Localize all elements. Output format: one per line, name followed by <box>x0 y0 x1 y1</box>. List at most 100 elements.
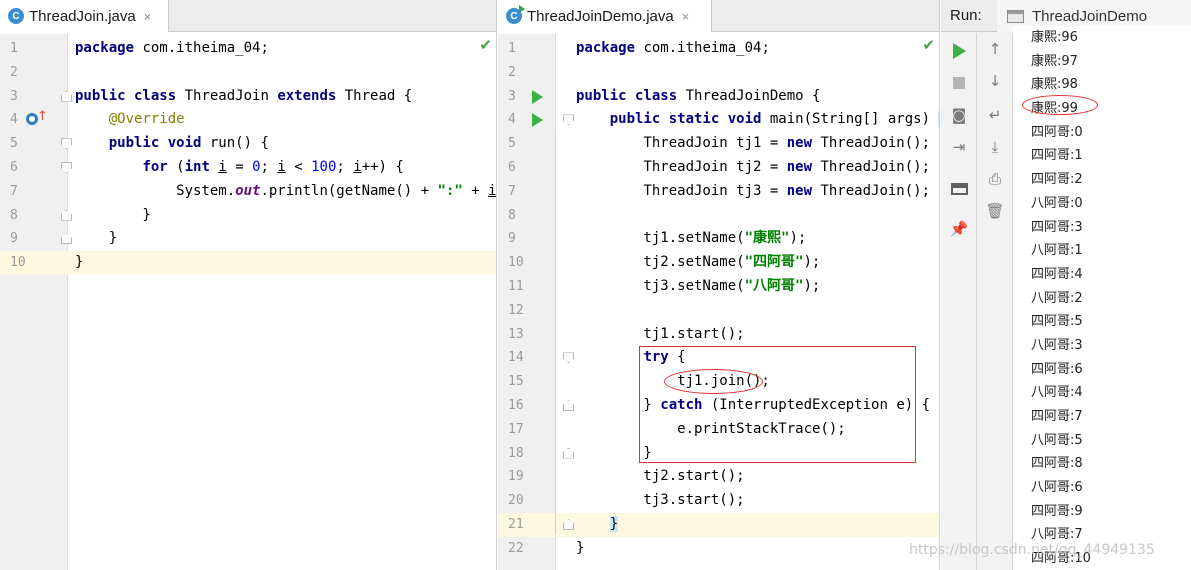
line-number: 13 <box>508 326 524 342</box>
code-line[interactable]: 4 public static void main(String[] args)… <box>498 108 939 132</box>
line-number: 1 <box>10 41 18 56</box>
camera-icon[interactable]: ◙ <box>949 105 969 125</box>
run-tool-window[interactable]: Run: ThreadJoinDemo ◙ ⇥ 📌 ↑ ↓ ↵ ⤓ ⎙ 🗑 康熙… <box>941 0 1191 570</box>
code-line[interactable]: 12 <box>498 299 939 323</box>
console-line: 康熙:97 <box>1031 53 1078 69</box>
console-line: 四阿哥:7 <box>1031 409 1083 424</box>
code-line[interactable]: 10} <box>0 251 496 275</box>
line-number: 18 <box>508 445 524 461</box>
code-text: public class ThreadJoin extends Thread { <box>75 87 413 104</box>
editor-tabbar: C ThreadJoin.java × <box>0 0 496 32</box>
code-line[interactable]: 21 } <box>498 512 939 537</box>
code-area[interactable]: 1 package com.itheima_04; 2 3 public class T… <box>498 37 939 561</box>
fold-toggle-icon[interactable] <box>61 90 72 102</box>
restore-layout-icon[interactable]: ⇥ <box>949 137 969 157</box>
watermark: https://blog.csdn.net/qq_44949135 <box>909 542 1155 558</box>
class-icon: C <box>8 8 24 24</box>
code-line[interactable]: 7 ThreadJoin tj3 = new ThreadJoin(); <box>498 180 939 204</box>
code-line[interactable]: 20 tj3.start(); <box>498 489 939 513</box>
pin-icon[interactable]: 📌 <box>949 219 969 239</box>
editor-threadjoindemo[interactable]: C ThreadJoinDemo.java × ✔ 1 package com.i… <box>498 0 940 570</box>
arrow-up-icon[interactable]: ↑ <box>985 39 1005 59</box>
line-number: 10 <box>508 255 524 271</box>
line-number: 17 <box>508 421 524 437</box>
code-area[interactable]: 1 package com.itheima_04; 2 3 public class T… <box>0 37 496 275</box>
line-number: 3 <box>10 88 18 104</box>
code-line[interactable]: 13 tj1.start(); <box>498 323 939 347</box>
code-text: for (int i = 0; i < 100; i++) { <box>142 158 404 175</box>
code-line[interactable]: 11 tj3.setName("八阿哥"); <box>498 275 939 299</box>
line-number: 6 <box>508 159 516 175</box>
code-line[interactable]: 2 <box>0 61 496 85</box>
code-line[interactable]: 3 public class ThreadJoin extends Thread … <box>0 85 496 109</box>
fold-toggle-icon[interactable] <box>61 161 72 173</box>
tab-threadjoindemo-java[interactable]: C ThreadJoinDemo.java × <box>498 0 712 32</box>
line-number: 10 <box>10 255 26 271</box>
fold-toggle-icon[interactable] <box>61 138 72 150</box>
console-line: 四阿哥:1 <box>1031 148 1083 164</box>
fold-toggle-icon[interactable] <box>61 209 72 221</box>
run-gutter-icon[interactable] <box>532 89 543 104</box>
code-line[interactable]: 8 } <box>0 204 496 228</box>
tab-threadjoin-java[interactable]: C ThreadJoin.java × <box>0 0 169 32</box>
fold-toggle-icon[interactable] <box>61 233 72 245</box>
code-line[interactable]: 9 } <box>0 227 496 251</box>
code-line[interactable]: 2 <box>498 61 939 85</box>
stop-icon[interactable] <box>949 73 969 93</box>
close-icon[interactable]: × <box>144 9 152 24</box>
kangxi-99-highlight-oval <box>1022 95 1098 115</box>
fold-toggle-icon[interactable] <box>563 518 574 530</box>
code-text: package com.itheima_04; <box>576 40 770 56</box>
fold-toggle-icon[interactable] <box>563 114 574 126</box>
line-number: 2 <box>10 64 18 80</box>
code-line[interactable]: 6 ThreadJoin tj2 = new ThreadJoin(); <box>498 156 939 180</box>
scroll-to-end-icon[interactable]: ⤓ <box>985 137 1005 157</box>
layout-icon[interactable] <box>949 179 969 199</box>
line-number: 15 <box>508 374 524 390</box>
code-line[interactable]: 5 ThreadJoin tj1 = new ThreadJoin(); <box>498 132 939 156</box>
code-line[interactable]: 5 public void run() { <box>0 132 496 156</box>
console-line: 八阿哥:2 <box>1031 290 1083 306</box>
editor-tabbar: C ThreadJoinDemo.java × <box>498 0 939 32</box>
soft-wrap-icon[interactable]: ↵ <box>985 105 1005 125</box>
tab-label: ThreadJoinDemo.java <box>527 7 674 25</box>
print-icon[interactable]: ⎙ <box>985 169 1005 189</box>
console-line: 八阿哥:1 <box>1031 243 1083 259</box>
line-number: 20 <box>508 493 524 509</box>
line-number: 11 <box>508 278 524 294</box>
trash-icon[interactable]: 🗑 <box>985 201 1005 221</box>
line-number: 4 <box>10 112 18 128</box>
code-line[interactable]: 1 package com.itheima_04; <box>0 37 496 61</box>
code-line[interactable]: 4 ↑ @Override <box>0 108 496 132</box>
editor-threadjoin[interactable]: C ThreadJoin.java × ✔ 1 package com.ithei… <box>0 0 497 570</box>
fold-toggle-icon[interactable] <box>563 399 574 411</box>
code-text: tj1.start(); <box>576 325 745 342</box>
code-line[interactable]: 3 public class ThreadJoinDemo { <box>498 85 939 109</box>
code-text: public class ThreadJoinDemo { <box>576 87 821 104</box>
console-line: 八阿哥:3 <box>1031 337 1083 353</box>
override-arrow-icon: ↑ <box>37 109 48 125</box>
fold-toggle-icon[interactable] <box>563 352 574 364</box>
line-number: 4 <box>508 112 516 128</box>
code-line[interactable]: 9 tj1.setName("康熙"); <box>498 227 939 251</box>
tab-label: ThreadJoin.java <box>29 7 136 25</box>
console-line: 四阿哥:8 <box>1031 456 1083 472</box>
arrow-down-icon[interactable]: ↓ <box>985 71 1005 91</box>
line-number: 6 <box>10 159 18 175</box>
line-number: 3 <box>508 88 516 104</box>
code-line[interactable]: 22} <box>498 537 939 561</box>
line-number: 9 <box>508 231 516 247</box>
console-line: 四阿哥:0 <box>1031 124 1083 140</box>
fold-toggle-icon[interactable] <box>563 447 574 459</box>
code-line[interactable]: 19 tj2.start(); <box>498 465 939 489</box>
code-line[interactable]: 10 tj2.setName("四阿哥"); <box>498 251 939 275</box>
close-icon[interactable]: × <box>682 9 690 24</box>
code-line[interactable]: 6 for (int i = 0; i < 100; i++) { <box>0 156 496 180</box>
rerun-icon[interactable] <box>949 41 969 61</box>
line-number: 22 <box>508 540 524 556</box>
run-gutter-icon[interactable] <box>532 113 543 128</box>
code-line[interactable]: 8 <box>498 204 939 228</box>
code-text: tj1.setName("康熙"); <box>576 230 807 247</box>
code-line[interactable]: 1 package com.itheima_04; <box>498 37 939 61</box>
code-line[interactable]: 7 System.out.println(getName() + ":" + i… <box>0 180 496 204</box>
